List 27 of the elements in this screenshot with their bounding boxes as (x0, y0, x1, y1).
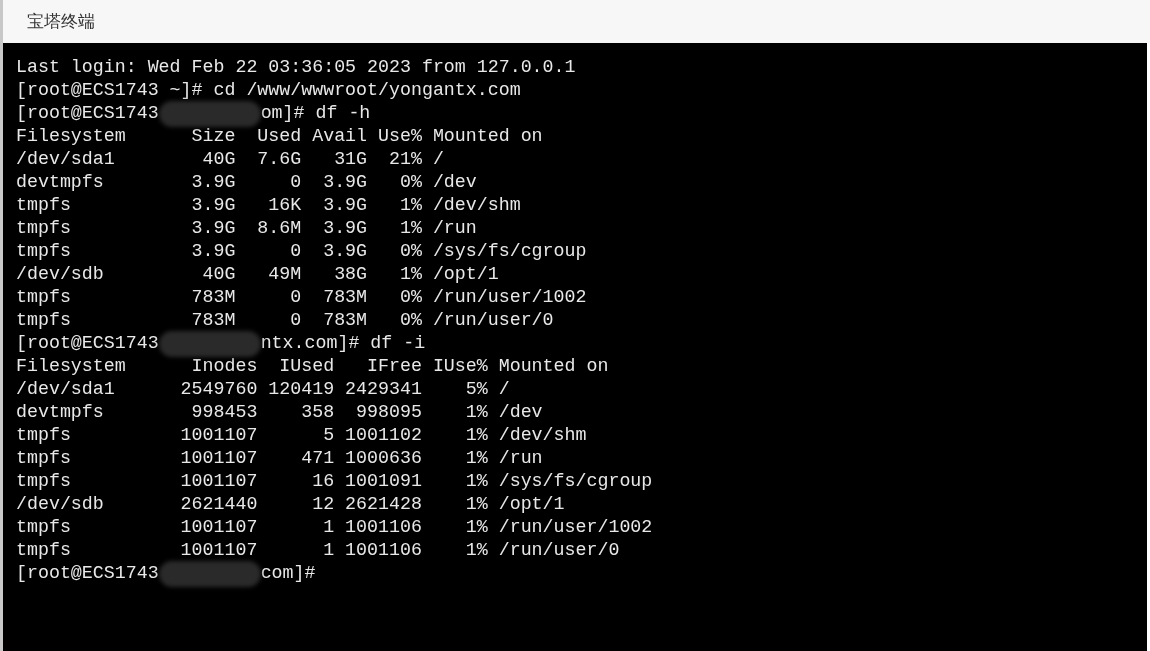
terminal-line: tmpfs 1001107 1 1001106 1% /run/user/1002 (16, 516, 653, 539)
window-title: 宝塔终端 (27, 9, 95, 33)
terminal-line: [root@ECS1743 ~]# cd /www/wwwroot/yongantx.com (16, 79, 521, 102)
terminal-line: /dev/sda1 2549760 120419 2429341 5% / (16, 378, 510, 401)
terminal-line: /dev/sda1 40G 7.6G 31G 21% / (16, 148, 444, 171)
terminal-line: tmpfs 3.9G 0 3.9G 0% /sys/fs/cgroup (16, 240, 587, 263)
terminal-line: tmpfs 3.9G 16K 3.9G 1% /dev/shm (16, 194, 521, 217)
terminal-line: Filesystem Size Used Avail Use% Mounted on (16, 125, 543, 148)
terminal-line: /dev/sdb 2621440 12 2621428 1% /opt/1 (16, 493, 565, 516)
terminal-line: devtmpfs 3.9G 0 3.9G 0% /dev (16, 171, 477, 194)
terminal-text: [root@ECS1743 (16, 102, 159, 125)
terminal-line: tmpfs 783M 0 783M 0% /run/user/1002 (16, 286, 587, 309)
terminal-line: tmpfs 1001107 5 1001102 1% /dev/shm (16, 424, 587, 447)
terminal-line: tmpfs 3.9G 8.6M 3.9G 1% /run (16, 217, 477, 240)
terminal-line: Filesystem Inodes IUsed IFree IUse% Mounted on (16, 355, 609, 378)
terminal-line: tmpfs 1001107 1 1001106 1% /run/user/0 (16, 539, 620, 562)
terminal-text: ntx.com]# df -i (260, 332, 426, 355)
terminal-text: om]# df -h (260, 102, 371, 125)
terminal-line: Last login: Wed Feb 22 03:36:05 2023 from 127.0.0.1 (16, 56, 576, 79)
terminal-text: [root@ECS1743 (16, 562, 159, 585)
terminal-line: /dev/sdb 40G 49M 38G 1% /opt/1 (16, 263, 499, 286)
terminal-text: com]# (260, 562, 316, 585)
terminal-line: tmpfs 1001107 16 1001091 1% /sys/fs/cgroup (16, 470, 653, 493)
terminal-line: tmpfs 783M 0 783M 0% /run/user/0 (16, 309, 554, 332)
terminal-text: [root@ECS1743 (16, 332, 159, 355)
terminal-line: devtmpfs 998453 358 998095 1% /dev (16, 401, 543, 424)
terminal-line: tmpfs 1001107 471 1000636 1% /run (16, 447, 543, 470)
